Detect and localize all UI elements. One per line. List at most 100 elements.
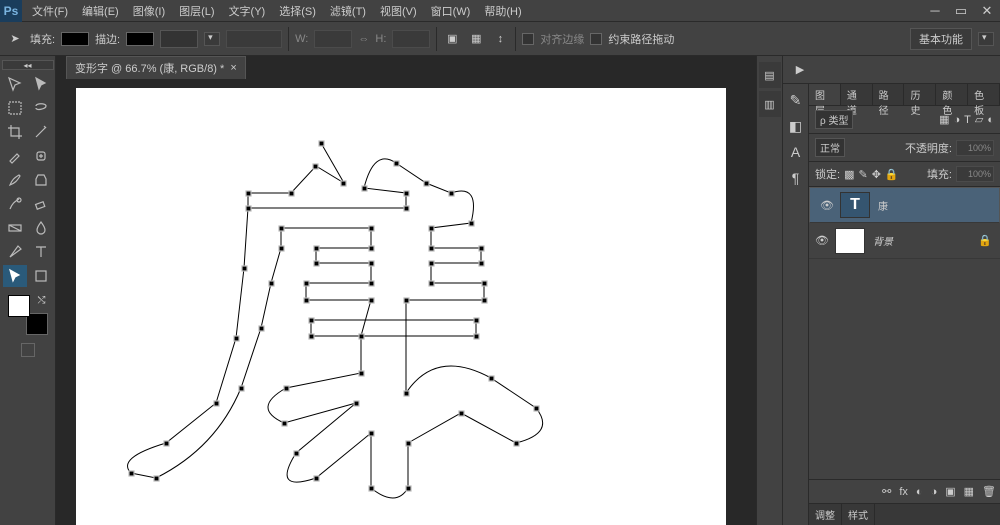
gradient-tool[interactable] (3, 217, 27, 239)
clone-panel-icon[interactable]: ◧ (786, 116, 806, 136)
type-tool[interactable] (29, 241, 53, 263)
tab-swatches[interactable]: 色板 (968, 84, 1000, 105)
magic-wand-tool[interactable] (29, 121, 53, 143)
stroke-style-dropdown[interactable] (226, 30, 282, 48)
dock-icon-1[interactable]: ▤ (759, 62, 781, 88)
filter-icon-1[interactable]: ▦ (939, 113, 949, 126)
height-input[interactable] (392, 30, 430, 48)
tab-styles[interactable]: 样式 (842, 504, 875, 525)
tab-layers[interactable]: 图层 (809, 84, 841, 105)
lock-pos-icon[interactable]: ✥ (872, 168, 881, 181)
swap-colors-icon[interactable]: ⤭ (38, 295, 46, 306)
brush-tool[interactable] (3, 169, 27, 191)
brush-panel-icon[interactable]: ✎ (786, 90, 806, 110)
dock-icon-2[interactable]: ▥ (759, 91, 781, 117)
lasso-tool[interactable] (29, 97, 53, 119)
menu-layer[interactable]: 图层(L) (173, 0, 220, 22)
lock-all-icon[interactable]: 🔒 (885, 168, 899, 181)
eyedropper-tool[interactable] (3, 145, 27, 167)
path-select-tool[interactable] (29, 73, 53, 95)
align-edges-label: 对齐边缘 (540, 31, 584, 47)
quickmask[interactable] (21, 343, 35, 357)
fill-opacity-input[interactable]: 100% (956, 166, 994, 182)
char-panel-icon[interactable]: A (786, 142, 806, 162)
direct-select-tool[interactable] (3, 265, 27, 287)
path-op-1-icon[interactable]: ▣ (443, 30, 461, 48)
history-brush-tool[interactable] (3, 193, 27, 215)
lock-paint-icon[interactable]: ✎ (858, 168, 867, 181)
blur-tool[interactable] (29, 217, 53, 239)
stroke-swatch[interactable] (126, 32, 154, 46)
pen-tool[interactable] (3, 241, 27, 263)
close-tab-icon[interactable]: × (230, 62, 236, 74)
layer-name[interactable]: 康 (878, 198, 888, 213)
stroke-width-input[interactable] (160, 30, 198, 48)
menu-help[interactable]: 帮助(H) (478, 0, 527, 22)
document-area: 变形字 @ 66.7% (康, RGB/8) * × (56, 56, 756, 525)
fx-icon[interactable]: fx (899, 486, 908, 498)
fill-swatch[interactable] (61, 32, 89, 46)
menu-window[interactable]: 窗口(W) (425, 0, 477, 22)
opacity-input[interactable]: 100% (956, 140, 994, 156)
layer-row[interactable]: 👁 背景 🔒 (809, 223, 1000, 259)
menu-filter[interactable]: 滤镜(T) (324, 0, 372, 22)
width-input[interactable] (314, 30, 352, 48)
canvas[interactable] (76, 88, 726, 525)
blend-mode-dropdown[interactable]: 正常 (815, 138, 845, 157)
menu-edit[interactable]: 编辑(E) (76, 0, 125, 22)
filter-icon-t[interactable]: T (964, 114, 971, 126)
menu-type[interactable]: 文字(Y) (223, 0, 272, 22)
path-op-2-icon[interactable]: ▦ (467, 30, 485, 48)
collapse-toolbox[interactable]: ◂◂ (2, 60, 54, 70)
close-button[interactable]: ✕ (974, 0, 1000, 22)
trash-icon[interactable]: 🗑 (982, 485, 996, 498)
layer-filter-dropdown[interactable]: ρ 类型 (815, 110, 853, 129)
visibility-icon[interactable]: 👁 (809, 234, 835, 247)
para-panel-icon[interactable]: ¶ (786, 168, 806, 188)
minimize-button[interactable]: ─ (922, 0, 948, 22)
menu-image[interactable]: 图像(I) (127, 0, 171, 22)
layer-row[interactable]: 👁 T 康 (809, 187, 1000, 223)
tab-adjust[interactable]: 调整 (809, 504, 842, 525)
healing-tool[interactable] (29, 145, 53, 167)
menu-view[interactable]: 视图(V) (374, 0, 423, 22)
path-op-3-icon[interactable]: ↕ (491, 30, 509, 48)
adjustment-icon[interactable]: ◑ (931, 486, 938, 498)
group-icon[interactable]: ▣ (945, 485, 955, 498)
marquee-tool[interactable] (3, 97, 27, 119)
filter-icon-4[interactable]: ▱ (975, 113, 983, 126)
stroke-label: 描边: (95, 31, 120, 47)
shape-tool[interactable] (29, 265, 53, 287)
visibility-icon[interactable]: 👁 (814, 199, 840, 212)
playback-icon[interactable]: ▶ (789, 59, 811, 81)
layer-name[interactable]: 背景 (873, 233, 893, 248)
lock-trans-icon[interactable]: ▩ (844, 168, 854, 181)
link-wh-icon[interactable]: ⇔ (358, 33, 369, 45)
crop-tool[interactable] (3, 121, 27, 143)
maximize-button[interactable]: ▭ (948, 0, 974, 22)
filter-icon-2[interactable]: ◑ (953, 114, 960, 126)
align-edges-checkbox[interactable] (522, 33, 534, 45)
tab-paths[interactable]: 路径 (873, 84, 905, 105)
filter-icon-5[interactable]: ◐ (987, 114, 994, 126)
tab-channels[interactable]: 通道 (841, 84, 873, 105)
menu-file[interactable]: 文件(F) (26, 0, 74, 22)
new-layer-icon[interactable]: ▦ (964, 485, 974, 498)
document-tab[interactable]: 变形字 @ 66.7% (康, RGB/8) * × (66, 56, 246, 79)
eraser-tool[interactable] (29, 193, 53, 215)
stroke-type-dropdown[interactable] (204, 32, 220, 46)
menu-select[interactable]: 选择(S) (273, 0, 322, 22)
layer-panel-footer: ⚯ fx ◐ ◑ ▣ ▦ 🗑 (809, 479, 1000, 503)
constrain-checkbox[interactable] (590, 33, 602, 45)
foreground-color[interactable] (8, 295, 30, 317)
clone-tool[interactable] (29, 169, 53, 191)
color-chips[interactable]: ⤭ (8, 295, 48, 335)
mask-icon[interactable]: ◐ (916, 486, 923, 498)
lock-label: 锁定: (815, 166, 840, 182)
link-layers-icon[interactable]: ⚯ (882, 485, 891, 498)
move-tool[interactable] (3, 73, 27, 95)
workspace-dropdown[interactable] (978, 32, 994, 46)
tab-color[interactable]: 颜色 (936, 84, 968, 105)
workspace-button[interactable]: 基本功能 (910, 28, 972, 50)
tab-history[interactable]: 历史 (904, 84, 936, 105)
